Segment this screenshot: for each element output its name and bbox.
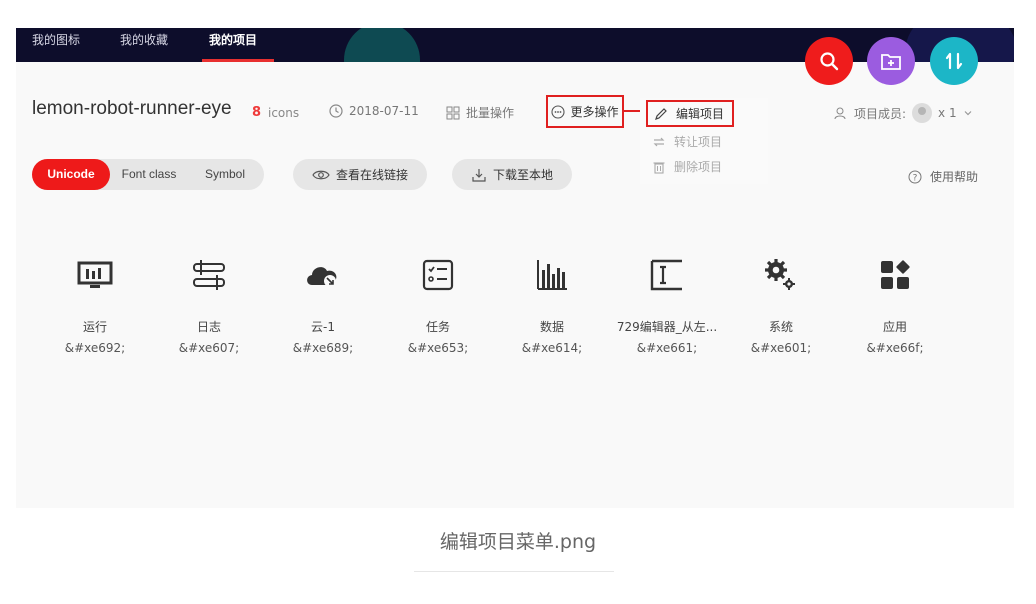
menu-item-edit-label: 编辑项目	[676, 107, 725, 121]
task-icon	[422, 259, 454, 291]
icon-name: 日志	[196, 320, 221, 334]
tab-unicode[interactable]: Unicode	[32, 159, 110, 190]
menu-item-transfer-label: 转让项目	[674, 135, 723, 149]
more-operations-label: 更多操作	[570, 105, 619, 119]
help-link[interactable]: ? 使用帮助	[908, 168, 978, 185]
more-operations-menu: 编辑项目 转让项目 删除项目	[640, 98, 768, 184]
icon-card[interactable]: 系统 &#xe601;	[724, 250, 838, 355]
gear-icon	[765, 259, 795, 290]
icon-card[interactable]: 应用 &#xe66f;	[838, 250, 952, 355]
help-label: 使用帮助	[930, 170, 979, 184]
icon-card[interactable]: 任务 &#xe653;	[381, 250, 495, 355]
icon-card[interactable]: 729编辑器_从左... &#xe661;	[610, 250, 724, 355]
icon-code: &#xe689;	[292, 341, 354, 355]
icon-code: &#xe601;	[750, 341, 812, 355]
icon-count-unit: icons	[268, 106, 300, 120]
sort-button[interactable]	[930, 37, 978, 85]
download-label: 下载至本地	[492, 168, 553, 182]
project-date: 2018-07-11	[329, 104, 419, 118]
batch-operation-label: 批量操作	[466, 106, 515, 120]
monitor-icon	[77, 261, 113, 288]
cloud-icon	[307, 267, 337, 287]
menu-item-transfer-project[interactable]: 转让项目	[652, 133, 722, 150]
nav-my-favorites[interactable]: 我的收藏	[120, 31, 168, 48]
chevron-down-icon	[964, 111, 972, 116]
icon-name: 应用	[882, 320, 907, 334]
icon-name: 运行	[82, 320, 107, 334]
icon-card[interactable]: 运行 &#xe692;	[38, 250, 152, 355]
tab-symbol[interactable]: Symbol	[192, 159, 258, 190]
icon-card[interactable]: 数据 &#xe614;	[495, 250, 609, 355]
help-icon: ?	[908, 170, 922, 183]
icon-name: 系统	[768, 320, 793, 334]
icon-card[interactable]: 云-1 &#xe689;	[266, 250, 380, 355]
search-button[interactable]	[805, 37, 853, 85]
svg-text:?: ?	[913, 173, 918, 183]
icon-code: &#xe661;	[636, 341, 698, 355]
icon-code: &#xe692;	[64, 341, 126, 355]
icon-name: 任务	[425, 320, 450, 334]
menu-item-delete-label: 删除项目	[674, 160, 723, 174]
icon-code: &#xe653;	[407, 341, 469, 355]
apps-icon	[881, 260, 910, 289]
clock-icon	[329, 104, 343, 118]
nav-my-projects[interactable]: 我的项目	[209, 31, 257, 48]
icon-name: 云-1	[311, 320, 335, 334]
image-caption: 编辑项目菜单.png	[439, 531, 597, 553]
display-mode-tabs: Unicode Font class Symbol	[32, 159, 264, 190]
search-icon	[820, 52, 839, 71]
batch-icon	[446, 106, 460, 119]
view-online-link-button[interactable]: 查看在线链接	[293, 159, 427, 190]
icon-name: 729编辑器_从左...	[616, 320, 718, 334]
members-count: x 1	[938, 106, 957, 120]
sort-icon	[945, 52, 963, 70]
icon-name: 数据	[539, 320, 564, 334]
more-icon	[551, 104, 566, 119]
trash-icon	[653, 161, 665, 174]
project-members[interactable]: 项目成员: x 1	[834, 103, 973, 123]
icon-card[interactable]: 日志 &#xe607;	[152, 250, 266, 355]
caption-divider	[414, 571, 614, 572]
icon-count: 8	[252, 105, 262, 120]
log-icon	[193, 260, 225, 290]
members-label: 项目成员:	[854, 106, 907, 121]
project-date-text: 2018-07-11	[349, 104, 419, 118]
eye-icon	[312, 170, 330, 179]
icon-code: &#xe66f;	[866, 341, 924, 355]
download-button[interactable]: 下载至本地	[452, 159, 572, 190]
pencil-icon	[655, 107, 667, 120]
batch-operation-button[interactable]: 批量操作	[446, 104, 514, 121]
user-icon	[834, 107, 846, 120]
view-online-link-label: 查看在线链接	[335, 168, 408, 182]
more-operations-button[interactable]: 更多操作	[546, 95, 624, 128]
icon-code: &#xe614;	[521, 341, 583, 355]
nav-my-icons[interactable]: 我的图标	[32, 31, 80, 48]
nav-decoration	[344, 28, 420, 62]
tab-font-class[interactable]: Font class	[114, 159, 184, 190]
menu-item-edit-project[interactable]: 编辑项目	[646, 100, 734, 127]
data-icon	[537, 260, 567, 290]
download-icon	[472, 168, 486, 182]
menu-item-delete-project[interactable]: 删除项目	[652, 158, 722, 175]
transfer-icon	[653, 137, 665, 146]
add-folder-button[interactable]	[867, 37, 915, 85]
editor-icon	[650, 259, 682, 291]
icon-code: &#xe607;	[178, 341, 240, 355]
top-nav: 我的图标 我的收藏 我的项目	[16, 28, 1014, 62]
add-folder-icon	[881, 54, 901, 70]
project-title: lemon-robot-runner-eye	[32, 98, 232, 119]
avatar	[912, 103, 933, 123]
